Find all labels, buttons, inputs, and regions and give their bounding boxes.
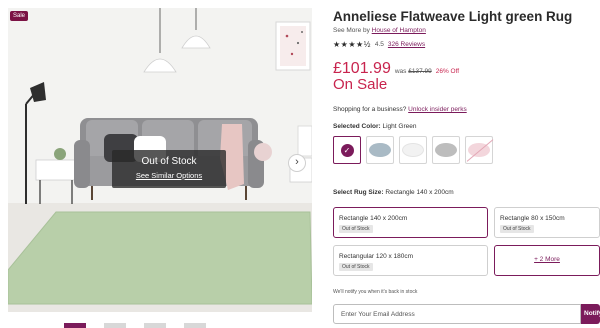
size-option-label: Rectangle 140 x 200cm [339,215,408,222]
email-field[interactable] [333,304,581,324]
size-option-label: Rectangular 120 x 180cm [339,253,414,260]
discount-label: 26% Off [435,68,460,75]
business-banner: Shopping for a business? Unlock insider … [333,106,467,113]
star-rating-icon: ★★★★½ [333,40,371,49]
status-badge: Out of Stock [339,263,373,271]
rug-swatch-icon [369,143,391,157]
notify-form: Notify Me [333,304,600,324]
on-sale-label: On Sale [333,76,388,93]
thumbnail[interactable] [104,323,126,328]
more-sizes-button[interactable]: + 2 More [494,245,600,276]
chevron-right-icon[interactable]: › [288,154,306,172]
thumbnail[interactable] [144,323,166,328]
thumbnail[interactable] [64,323,86,328]
notify-me-button[interactable]: Notify Me [581,304,600,324]
color-swatch-grey[interactable] [432,136,460,164]
see-similar-options-link[interactable]: See Similar Options [112,171,226,180]
brand-line: See More by House of Hampton [333,27,426,34]
check-icon: ✓ [340,143,354,157]
color-swatches: ✓ [333,136,494,164]
status-badge: Out of Stock [339,225,373,233]
selected-size-value: Rectangle 140 x 200cm [385,189,454,196]
rating-value: 4.5 [374,41,384,48]
size-option-140x200[interactable]: Rectangle 140 x 200cm Out of Stock [333,207,488,238]
rug-swatch-icon [435,143,457,157]
out-of-stock-label: Out of Stock [141,156,197,167]
color-swatch-white[interactable] [399,136,427,164]
size-option-120x180[interactable]: Rectangular 120 x 180cm Out of Stock [333,245,488,276]
out-of-stock-overlay: Out of Stock See Similar Options [112,150,226,188]
brand-link[interactable]: House of Hampton [372,27,426,34]
color-swatch-pink[interactable] [465,136,494,164]
size-option-label: Rectangle 80 x 150cm [500,215,565,222]
color-swatch-blue-grey[interactable] [366,136,394,164]
rating-row: ★★★★½ 4.5 326 Reviews [333,40,425,49]
business-prompt: Shopping for a business? [333,106,407,113]
sale-badge: Sale [10,11,29,21]
thumbnail[interactable] [184,323,206,328]
selected-size-label: Select Rug Size: Rectangle 140 x 200cm [333,189,454,196]
image-thumbnails [64,323,206,328]
selected-color-label: Selected Color: Light Green [333,123,416,130]
reviews-link[interactable]: 326 Reviews [388,41,425,48]
back-in-stock-message: We'll notify you when it's back in stock [333,289,418,295]
original-price: £137.99 [408,68,432,75]
was-price: was £137.99 [395,68,432,75]
selected-color-value: Light Green [382,123,417,130]
color-swatch-light-green[interactable]: ✓ [333,136,361,164]
product-image[interactable]: Sale Out of Stock See Similar Options › [8,8,312,312]
selected-color-title: Selected Color: [333,123,381,130]
product-title: Anneliese Flatweave Light green Rug [333,9,573,24]
selected-size-title: Select Rug Size: [333,189,384,196]
rug-swatch-icon [402,143,424,157]
was-label: was [394,68,407,75]
insider-perks-link[interactable]: Unlock insider perks [408,106,467,113]
status-badge: Out of Stock [500,225,534,233]
size-option-80x150[interactable]: Rectangle 80 x 150cm Out of Stock [494,207,600,238]
see-more-label: See More by [333,27,370,34]
